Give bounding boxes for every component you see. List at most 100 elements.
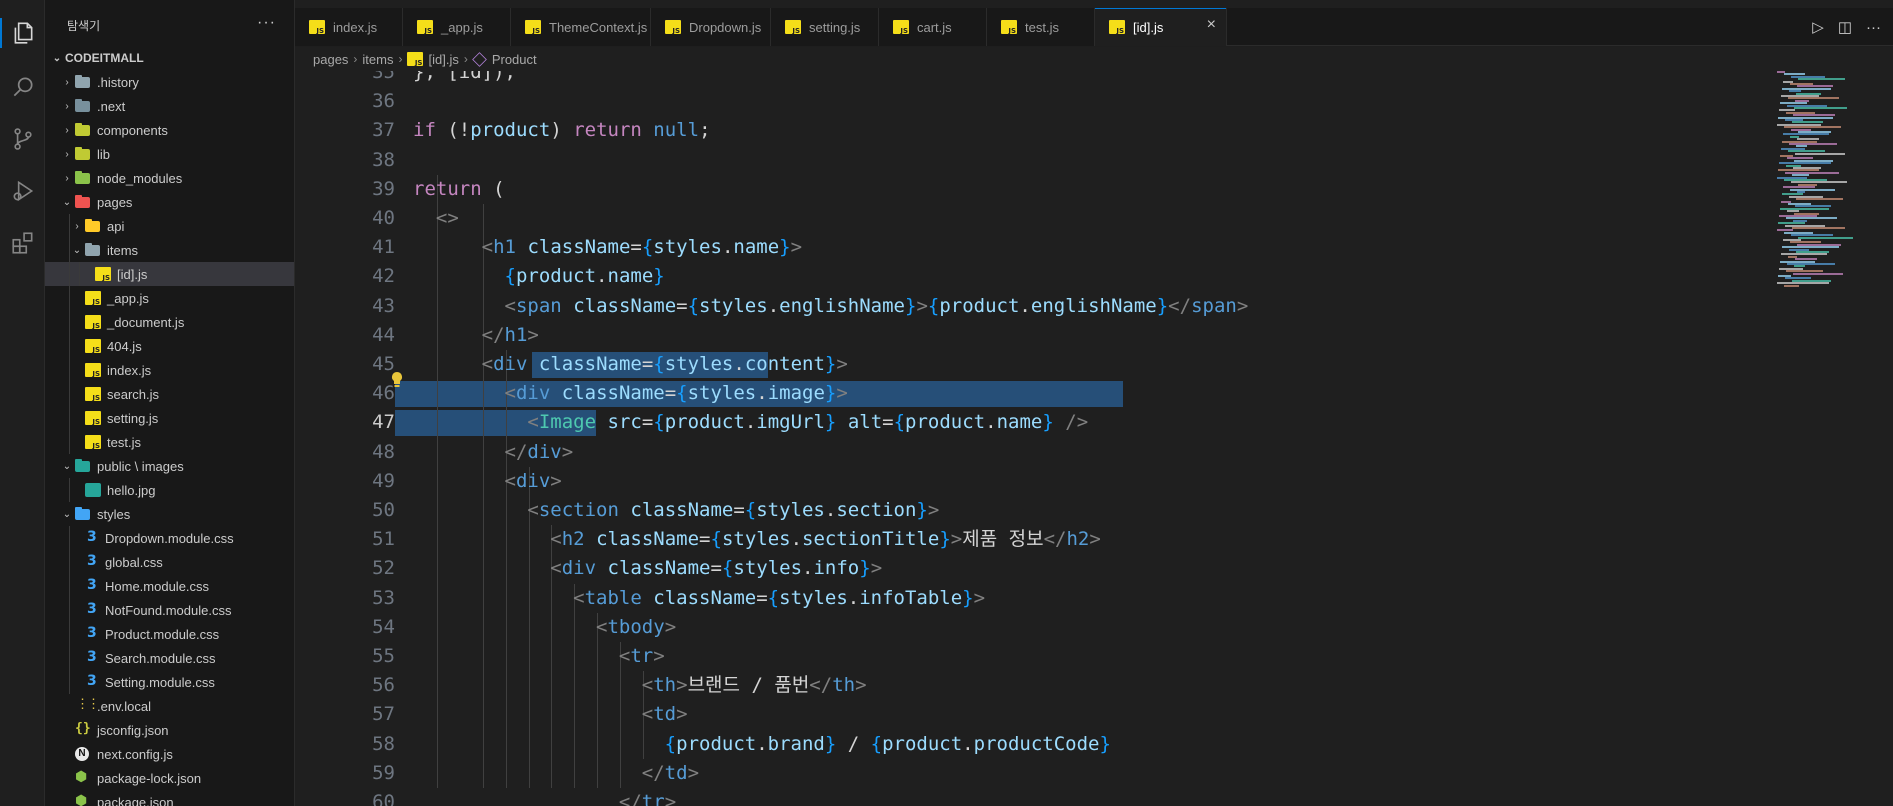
code-line[interactable]: }, [id]); [413,71,516,87]
breadcrumb-item-symbol[interactable]: Product [492,52,537,67]
code-line[interactable]: </div> [413,438,574,467]
code-line[interactable]: <> [413,204,459,233]
tree-item[interactable]: index.js [45,358,294,382]
breadcrumb-item-items[interactable]: items [362,52,393,67]
symbol-icon [471,51,487,67]
tree-item[interactable]: package-lock.json [45,766,294,790]
code-token: name [733,236,780,259]
lightbulb-icon[interactable] [390,371,404,389]
close-icon[interactable]: × [1207,16,1216,34]
code-token: { [676,382,688,405]
code-line[interactable]: <div className={styles.info}> [413,554,882,583]
code-line[interactable]: {product.brand} / {product.productCode} [413,730,1111,759]
tree-item[interactable]: 404.js [45,334,294,358]
tree-item[interactable]: search.js [45,382,294,406]
extensions-icon[interactable] [0,220,45,266]
tree-item[interactable]: NotFound.module.css [45,598,294,622]
code-line[interactable]: <section className={styles.section}> [413,496,939,525]
tree-item[interactable]: Dropdown.module.css [45,526,294,550]
workspace-root[interactable]: ⌄ CODEITMALL [45,46,294,70]
tree-item[interactable]: _document.js [45,310,294,334]
tree-item[interactable]: test.js [45,430,294,454]
code-line[interactable]: {product.name} [413,262,665,291]
code-token: > [916,294,928,317]
code-token: section [836,499,917,521]
tree-item[interactable]: package.json [45,790,294,806]
tree-item[interactable]: › .history [45,70,294,94]
code-area[interactable]: }, [id]); if (!product) return null; retur… [395,71,1773,806]
tree-item[interactable]: Home.module.css [45,574,294,598]
code-token: } [824,411,837,434]
tree-item[interactable]: next.config.js [45,742,294,766]
source-control-icon[interactable] [0,116,45,162]
code-token: alt [847,411,883,434]
tree-item[interactable]: setting.js [45,406,294,430]
more-actions-icon[interactable]: ··· [257,14,276,32]
tree-item[interactable]: › api [45,214,294,238]
tree-item-label: .history [97,74,139,90]
minimap-line [1795,152,1845,155]
run-icon[interactable]: ▷ [1812,18,1824,36]
tree-item[interactable]: _app.js [45,286,294,310]
code-line[interactable]: <td> [413,700,688,729]
code-line[interactable]: <table className={styles.infoTable}> [413,584,985,613]
tree-item[interactable]: .env.local [45,694,294,718]
tree-item[interactable]: jsconfig.json [45,718,294,742]
breadcrumb-item-file[interactable]: [id].js [428,52,458,67]
code-token: name [607,265,654,288]
run-debug-icon[interactable] [0,168,45,214]
tree-item-label: node_modules [97,170,183,186]
tab-label: _app.js [441,19,483,35]
tree-item[interactable]: global.css [45,550,294,574]
code-token: product [882,732,963,755]
tree-item[interactable]: ⌄ pages [45,190,294,214]
code-token: styles [653,236,722,259]
code-token: < [550,557,562,580]
code-line[interactable]: <h2 className={styles.sectionTitle}>제품 정… [413,525,1101,554]
tree-item[interactable]: ⌄ public \ images [45,454,294,478]
code-line[interactable]: return ( [413,175,505,204]
code-line[interactable]: <Image src={product.imgUrl} alt={product… [413,408,1088,437]
code-token: </ [641,761,665,784]
tree-item[interactable]: ⌄ items [45,238,294,262]
code-line[interactable]: <h1 className={styles.name}> [413,233,802,262]
code-editor[interactable]: 35 36 37 38 39 40 41 42 43 44 45 46 47 48 49 50 51 52 53 54… [295,71,1893,806]
more-actions-icon[interactable]: ··· [1866,19,1881,36]
code-line[interactable]: <div> [413,467,562,496]
code-line[interactable]: if (!product) return null; [413,116,711,145]
code-token: productCode [973,732,1100,755]
code-line[interactable]: <span className={styles.englishName}>{pr… [413,292,1249,321]
minimap[interactable] [1773,71,1893,371]
breadcrumb-item-pages[interactable]: pages [313,52,348,67]
split-editor-icon[interactable]: ◫ [1838,18,1852,36]
code-token: { [687,294,700,317]
code-line[interactable]: <tbody> [413,613,676,642]
tab-label: Dropdown.js [689,19,762,35]
code-line[interactable]: </h1> [413,321,539,350]
tree-item[interactable]: › components [45,118,294,142]
tree-item[interactable]: Search.module.css [45,646,294,670]
search-icon[interactable] [0,64,45,110]
next-icon [75,747,91,761]
code-line[interactable]: </td> [413,759,699,788]
tree-item[interactable]: › lib [45,142,294,166]
code-line[interactable]: <tr> [413,642,665,671]
code-line[interactable]: <th>브랜드 / 품번</th> [413,671,867,700]
files-icon[interactable] [0,10,45,56]
indent-guide [69,214,70,238]
tree-item[interactable]: Product.module.css [45,622,294,646]
tree-item[interactable]: › node_modules [45,166,294,190]
code-line[interactable]: </tr> [413,788,676,806]
tree-item[interactable]: › .next [45,94,294,118]
pkg-icon [75,792,91,806]
tree-item[interactable]: hello.jpg [45,478,294,502]
tree-item[interactable]: ⌄ styles [45,502,294,526]
code-token: { [653,411,665,434]
breadcrumb: pages › items › [id].js › Product [295,47,1893,71]
code-line[interactable]: <div className={styles.image}> [413,379,848,408]
tree-item[interactable]: Setting.module.css [45,670,294,694]
tree-item[interactable]: [id].js [45,262,294,286]
code-line[interactable]: <div className={styles.content}> [413,350,848,379]
